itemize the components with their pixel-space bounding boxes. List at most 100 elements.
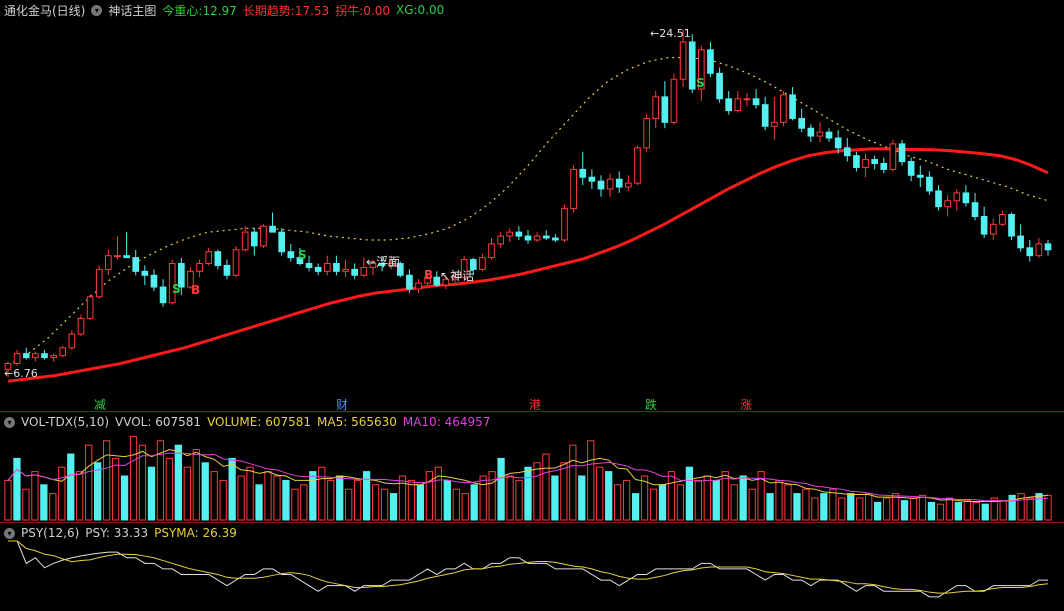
candle-body [634, 147, 641, 184]
candle-body [652, 96, 660, 119]
legend-item: 今重心:12.97 [162, 3, 237, 18]
volume-bar [407, 479, 416, 521]
candle [716, 67, 723, 103]
sell-signal: S [172, 282, 181, 296]
candle [50, 353, 57, 362]
candle-body [780, 94, 787, 123]
volume-bar [1026, 497, 1034, 521]
candle-body [159, 286, 167, 304]
candle-body [105, 255, 112, 270]
volume-bar [264, 471, 272, 521]
volume-bar [918, 494, 927, 521]
candle [770, 96, 778, 140]
volume-bar [210, 471, 218, 521]
volume-bar [882, 497, 891, 521]
candle-body [935, 190, 942, 208]
candle [953, 189, 961, 211]
indicator-settings-icon[interactable]: ▾ [4, 416, 15, 428]
legend-item: PSY: 33.33 [85, 526, 149, 540]
legend-item: VOLUME: 607581 [207, 415, 311, 429]
volume-bar [22, 488, 30, 521]
volume-bar [255, 484, 263, 521]
candle-body [41, 353, 48, 359]
candle [570, 165, 577, 213]
candle-body [588, 176, 596, 182]
candle [13, 349, 21, 366]
volume-bar [622, 479, 631, 521]
candle [406, 269, 413, 293]
volume-bar [1008, 494, 1016, 521]
candle-body [807, 127, 815, 137]
candle [1017, 224, 1024, 252]
candle [22, 347, 30, 360]
psy-indicator-name[interactable]: PSY(12,6) [21, 526, 79, 540]
volume-bar [847, 493, 855, 521]
volume-indicator-name[interactable]: VOL-TDX(5,10) [21, 415, 109, 429]
volume-bar [461, 493, 469, 521]
legend-item: 拐牛:0.00 [335, 3, 390, 18]
candle-body [542, 235, 550, 239]
candle [789, 87, 796, 121]
candle-body [916, 174, 924, 178]
volume-bar [596, 466, 604, 521]
candle-body [214, 251, 222, 266]
volume-bar [542, 453, 550, 521]
low-price-label: ←6.76 [4, 367, 38, 380]
price-panel[interactable]: 通化金马(日线) ▾ 神话主图 今重心:12.97 长期趋势:17.53 拐牛:… [0, 0, 1064, 412]
candle-body [333, 263, 340, 272]
formula-settings-icon[interactable]: ▾ [91, 4, 103, 16]
candle [579, 151, 587, 186]
candle-body [250, 231, 258, 247]
volume-bar [273, 475, 281, 521]
candle-body [506, 231, 514, 237]
candle [597, 175, 605, 197]
volume-bar [793, 493, 801, 521]
volume-bar [470, 484, 478, 521]
candle-body [789, 94, 796, 119]
candle [807, 124, 815, 142]
candle [314, 263, 322, 276]
volume-bar [730, 484, 738, 521]
candle-body [898, 143, 906, 163]
candle-body [716, 72, 723, 100]
candle-body [679, 41, 687, 80]
volume-bar [533, 462, 541, 521]
candle-body [1017, 235, 1024, 249]
volume-bar [927, 501, 936, 521]
indicator-settings-icon[interactable]: ▾ [4, 527, 15, 539]
formula-name[interactable]: 神话主图 [108, 2, 156, 19]
volume-bar [443, 479, 451, 521]
volume-panel[interactable]: ▾ VOL-TDX(5,10) VVOL: 607581 VOLUME: 607… [0, 412, 1064, 523]
candle-body [889, 143, 897, 170]
candle-body [342, 268, 349, 272]
candle [123, 232, 130, 259]
legend-item: XG:0.00 [395, 3, 445, 17]
candle [333, 255, 340, 276]
candle-body [871, 159, 878, 165]
candle-body [68, 333, 76, 349]
volume-bar [309, 471, 317, 521]
stock-title: 通化金马(日线) [4, 3, 86, 18]
candle [342, 259, 349, 278]
candle-body [606, 178, 614, 190]
volume-bar [829, 488, 837, 521]
candle-body [625, 182, 632, 188]
candle [588, 169, 596, 190]
candle-body [552, 237, 559, 241]
volume-bar [658, 484, 667, 521]
candle-body [999, 213, 1006, 225]
psy-panel[interactable]: ▾ PSY(12,6) PSY: 33.33 PSYMA: 26.39 [0, 523, 1064, 611]
candle-body [752, 98, 760, 106]
candle [159, 279, 167, 307]
candle [816, 122, 824, 142]
volume-bar [389, 493, 398, 521]
candle [1008, 212, 1015, 240]
candle-body [661, 96, 669, 123]
candlestick-chart[interactable] [0, 0, 1064, 412]
volume-bar [94, 462, 102, 521]
shenhua-annotation: ↖神话 [440, 269, 475, 283]
candle [433, 271, 441, 288]
candle-body [688, 41, 696, 90]
candle-body [825, 131, 833, 139]
candle [77, 314, 85, 337]
